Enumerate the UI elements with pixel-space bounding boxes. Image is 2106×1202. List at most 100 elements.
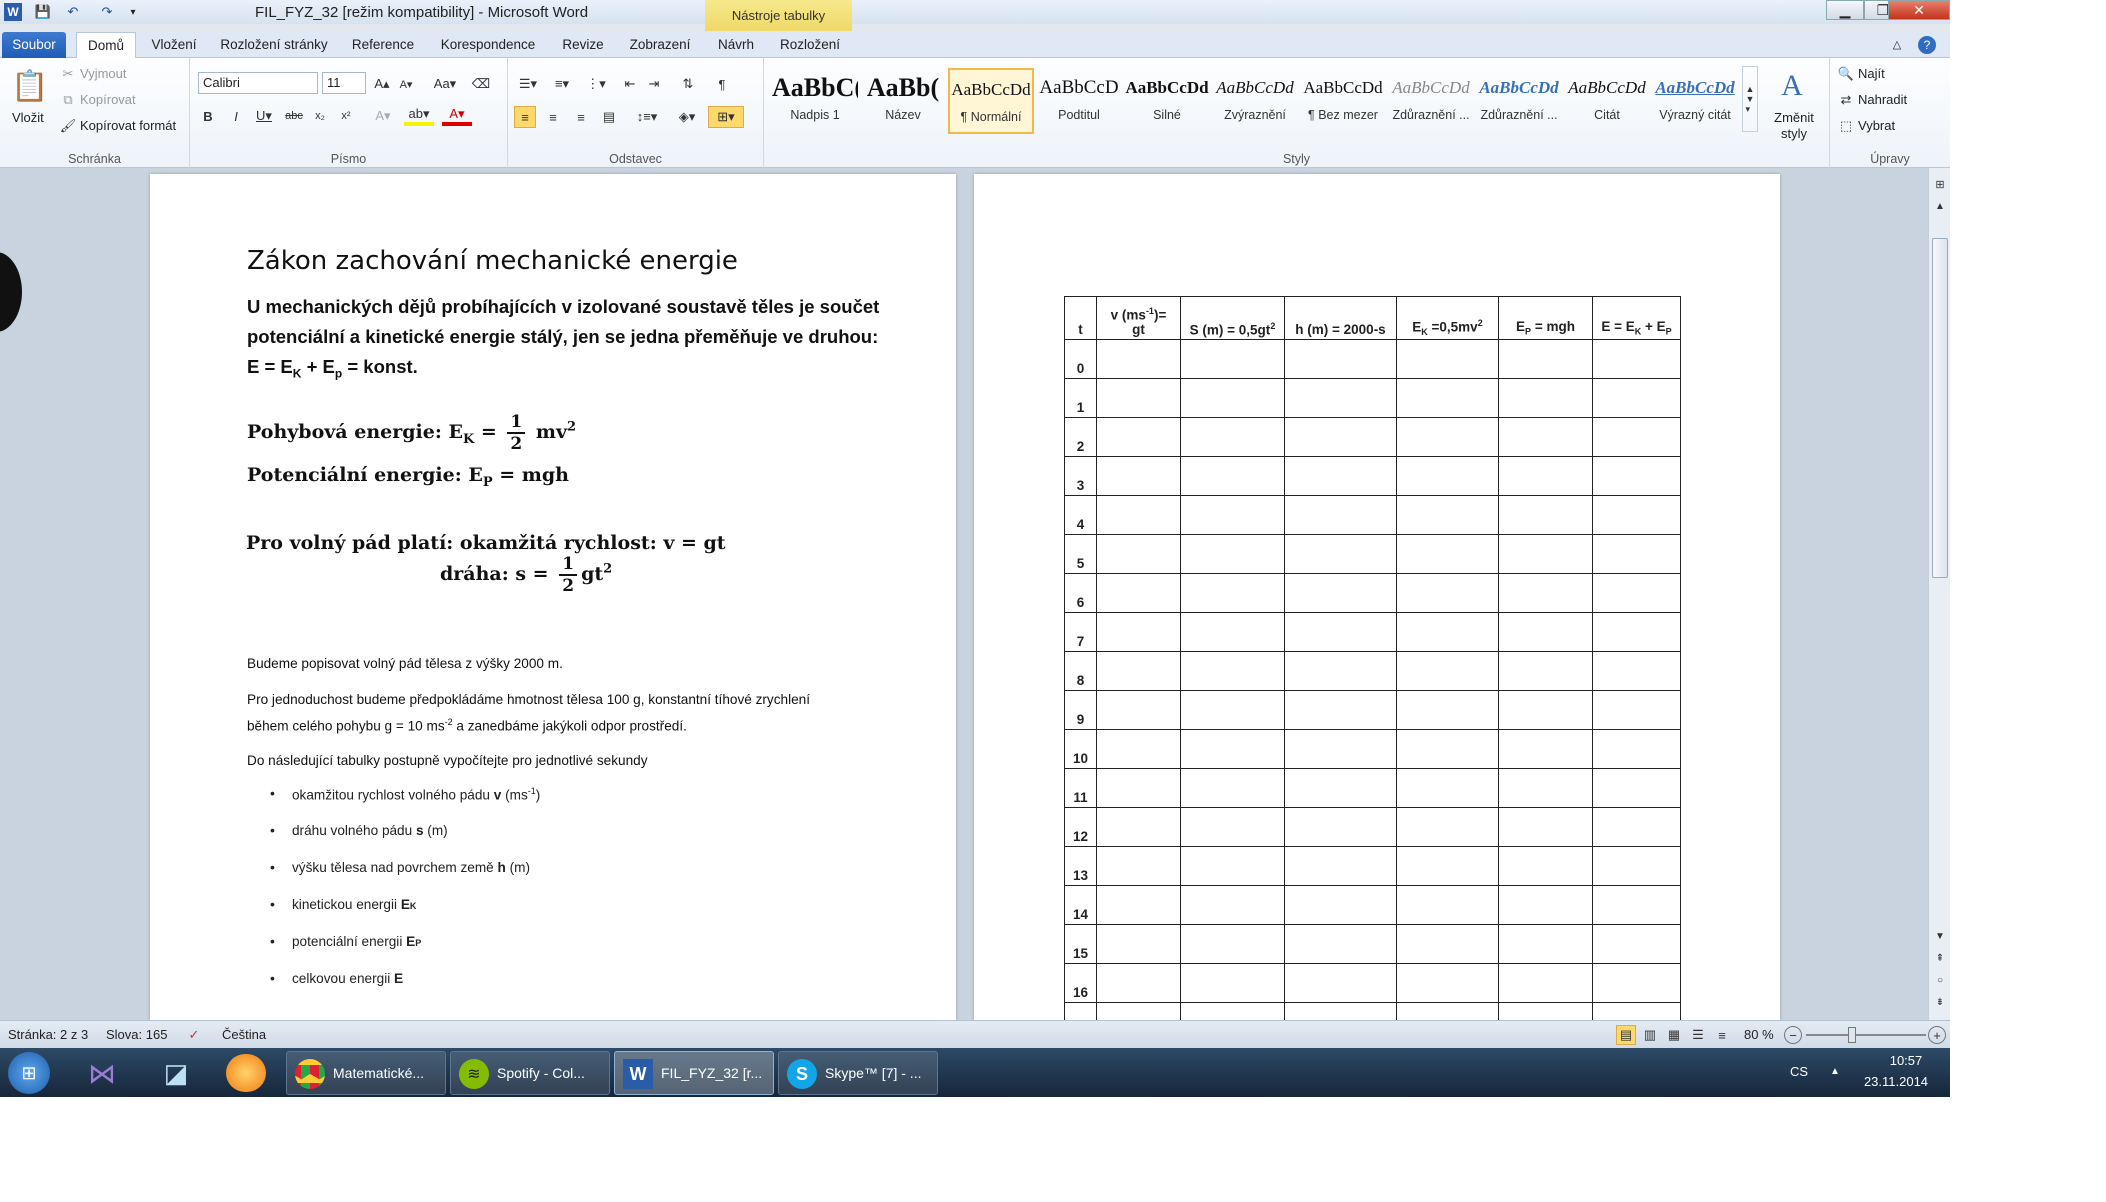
line-spacing-icon[interactable]: ↕≡▾ [632, 106, 662, 128]
header-v[interactable]: v (ms-1)= gt [1096, 296, 1181, 340]
header-ek[interactable]: EK =0,5mv2 [1396, 296, 1499, 340]
style-no-spacing[interactable]: AaBbCcDd ¶ Bez mezer [1300, 68, 1386, 134]
proofing-icon[interactable]: ✓ [184, 1025, 204, 1045]
minimize-button[interactable]: ▁ [1826, 0, 1864, 20]
next-page-icon[interactable]: ⇟ [1932, 994, 1948, 1010]
table-cell[interactable] [1498, 495, 1593, 535]
format-painter-button[interactable]: Kopírovat formát [80, 118, 176, 133]
table-cell[interactable] [1180, 924, 1285, 964]
table-cell[interactable] [1498, 456, 1593, 496]
table-cell[interactable] [1180, 885, 1285, 925]
cut-button[interactable]: Vyjmout [80, 66, 126, 81]
style-intense-quote[interactable]: AaBbCcDd Výrazný citát [1652, 68, 1738, 134]
table-cell[interactable] [1498, 729, 1593, 769]
tab-mailings[interactable]: Korespondence [432, 32, 544, 58]
pinned-app-icon[interactable]: ◪ [156, 1054, 196, 1092]
help-icon[interactable]: ? [1918, 36, 1936, 54]
align-left-icon[interactable]: ≡ [514, 106, 536, 128]
table-cell[interactable] [1096, 729, 1181, 769]
table-cell[interactable] [1396, 417, 1499, 457]
header-ep[interactable]: EP = mgh [1498, 296, 1593, 340]
italic-icon[interactable]: I [226, 106, 246, 126]
grow-font-icon[interactable]: A▴ [372, 74, 392, 94]
save-icon[interactable]: 💾 [34, 3, 52, 21]
table-cell[interactable] [1396, 456, 1499, 496]
align-center-icon[interactable]: ≡ [542, 106, 564, 128]
table-cell[interactable] [1096, 378, 1181, 418]
start-button-icon[interactable]: ⊞ [8, 1052, 50, 1094]
select-button[interactable]: Vybrat [1858, 118, 1895, 133]
shrink-font-icon[interactable]: A▾ [396, 74, 416, 94]
table-cell[interactable] [1396, 573, 1499, 613]
customize-quick-access-icon[interactable]: ▾ [126, 3, 140, 21]
table-cell[interactable] [1592, 378, 1681, 418]
table-cell[interactable] [1096, 495, 1181, 535]
table-cell[interactable] [1396, 339, 1499, 379]
zoom-in-icon[interactable]: + [1928, 1026, 1946, 1044]
table-cell[interactable] [1180, 339, 1285, 379]
table-cell[interactable] [1096, 417, 1181, 457]
table-cell[interactable] [1180, 651, 1285, 691]
align-right-icon[interactable]: ≡ [570, 106, 592, 128]
table-cell-t[interactable]: 13 [1064, 846, 1097, 886]
word-app-icon[interactable]: W [4, 3, 22, 21]
table-cell[interactable] [1396, 807, 1499, 847]
table-cell[interactable] [1396, 885, 1499, 925]
scrollbar-thumb[interactable] [1932, 238, 1948, 578]
table-cell[interactable] [1592, 846, 1681, 886]
tab-view[interactable]: Zobrazení [622, 32, 698, 58]
show-hidden-icons-icon[interactable]: ▲ [1828, 1064, 1842, 1078]
table-cell[interactable] [1592, 456, 1681, 496]
subscript-icon[interactable]: x₂ [310, 106, 330, 126]
table-cell[interactable] [1396, 963, 1499, 1003]
numbering-icon[interactable]: ≡▾ [548, 74, 576, 94]
table-cell[interactable] [1396, 729, 1499, 769]
table-cell[interactable] [1180, 768, 1285, 808]
zoom-slider-thumb[interactable] [1848, 1027, 1856, 1043]
table-cell-t[interactable]: 1 [1064, 378, 1097, 418]
style-subtle-emphasis[interactable]: AaBbCcDd Zdůraznění ... [1388, 68, 1474, 134]
show-formatting-icon[interactable]: ¶ [712, 74, 732, 94]
scroll-down-icon[interactable]: ▼ [1932, 928, 1948, 944]
table-cell[interactable] [1180, 378, 1285, 418]
table-cell[interactable] [1284, 612, 1397, 652]
highlight-icon[interactable]: ab▾ [404, 106, 434, 126]
table-cell[interactable] [1498, 807, 1593, 847]
table-cell[interactable] [1096, 651, 1181, 691]
table-cell[interactable] [1592, 690, 1681, 730]
table-cell[interactable] [1284, 417, 1397, 457]
table-cell[interactable] [1592, 729, 1681, 769]
table-cell-t[interactable]: 7 [1064, 612, 1097, 652]
table-cell[interactable] [1592, 924, 1681, 964]
table-cell[interactable] [1284, 534, 1397, 574]
header-e[interactable]: E = EK + EP [1592, 296, 1681, 340]
table-cell[interactable] [1592, 339, 1681, 379]
ruler-toggle-icon[interactable]: ⊞ [1932, 176, 1948, 192]
tab-design[interactable]: Návrh [710, 32, 762, 58]
table-cell[interactable] [1180, 534, 1285, 574]
table-cell[interactable] [1396, 690, 1499, 730]
table-cell-t[interactable]: 10 [1064, 729, 1097, 769]
table-cell[interactable] [1498, 339, 1593, 379]
table-cell[interactable] [1498, 963, 1593, 1003]
header-t[interactable]: t [1064, 296, 1097, 340]
browse-object-icon[interactable]: ○ [1932, 972, 1948, 988]
table-cell-t[interactable]: 5 [1064, 534, 1097, 574]
redo-icon[interactable]: ↷ [98, 3, 116, 21]
table-cell[interactable] [1096, 534, 1181, 574]
decrease-indent-icon[interactable]: ⇤ [620, 74, 640, 94]
styles-scroll-icon[interactable]: ▲ ▼ ▾ [1742, 66, 1758, 132]
multilevel-list-icon[interactable]: ⋮▾ [582, 74, 610, 94]
table-cell[interactable] [1284, 339, 1397, 379]
undo-icon[interactable]: ↶ [64, 3, 82, 21]
table-cell[interactable] [1096, 612, 1181, 652]
table-cell[interactable] [1592, 651, 1681, 691]
increase-indent-icon[interactable]: ⇥ [644, 74, 664, 94]
font-name-combo[interactable]: Calibri [198, 72, 318, 94]
page-indicator[interactable]: Stránka: 2 z 3 [8, 1027, 88, 1042]
minimize-ribbon-icon[interactable]: △ [1888, 32, 1906, 58]
change-case-icon[interactable]: Aa▾ [432, 74, 458, 94]
find-button[interactable]: Najít [1858, 66, 1885, 81]
table-cell[interactable] [1592, 573, 1681, 613]
table-cell[interactable] [1396, 651, 1499, 691]
